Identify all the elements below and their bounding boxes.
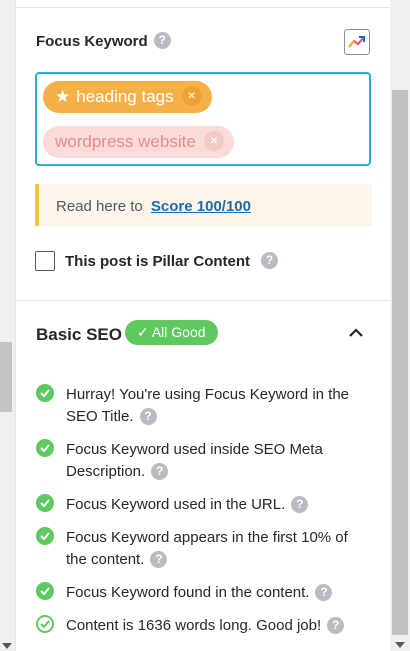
rank-math-sidebar-panel: Focus Keyword? ★ heading tags × wordpress … — [15, 0, 391, 651]
divider — [16, 7, 390, 8]
keyword-tag-label: wordpress website — [55, 132, 196, 151]
seo-check-text: Focus Keyword appears in the first 10% o… — [66, 529, 348, 568]
focus-keyword-label: Focus Keyword — [36, 33, 148, 50]
seo-check-text: Content is 1636 words long. Good job! — [66, 617, 322, 634]
notice-prefix: Read here to — [56, 198, 143, 215]
keyword-trends-button[interactable] — [344, 29, 370, 55]
star-icon: ★ — [55, 87, 71, 106]
keyword-tag-label: heading tags — [76, 87, 174, 106]
check-circle-icon — [36, 384, 54, 402]
keyword-tag-primary[interactable]: ★ heading tags × — [43, 81, 212, 113]
help-icon[interactable]: ? — [151, 462, 169, 480]
divider — [16, 300, 390, 301]
focus-keyword-heading: Focus Keyword? — [36, 32, 171, 50]
score-link[interactable]: Score 100/100 — [151, 198, 251, 215]
help-icon[interactable]: ? — [153, 32, 171, 50]
all-good-badge: ✓ All Good — [125, 320, 218, 345]
check-circle-icon — [36, 494, 54, 512]
seo-check-text: Focus Keyword used in the URL. — [66, 496, 286, 513]
basic-seo-heading[interactable]: Basic SEO — [36, 325, 122, 345]
notice-text: Read here to Score 100/100 — [56, 198, 251, 215]
remove-tag-icon[interactable]: × — [203, 131, 224, 152]
help-icon[interactable]: ? — [150, 550, 168, 568]
seo-check-text: Focus Keyword found in the content. — [66, 584, 310, 601]
right-scrollbar[interactable] — [390, 0, 410, 651]
pillar-content-checkbox[interactable] — [35, 251, 55, 271]
seo-check-text: Hurray! You're using Focus Keyword in th… — [66, 386, 350, 425]
help-icon[interactable]: ? — [139, 407, 157, 425]
help-icon[interactable]: ? — [261, 252, 278, 269]
remove-tag-icon[interactable]: × — [181, 86, 202, 107]
left-scrollbar-thumb[interactable] — [0, 342, 12, 412]
check-circle-icon — [36, 527, 54, 545]
check-circle-icon — [36, 582, 54, 600]
help-icon[interactable]: ? — [291, 495, 309, 513]
check-circle-icon — [36, 439, 54, 457]
focus-keyword-input[interactable]: ★ heading tags × wordpress website × — [35, 72, 371, 166]
right-scrollbar-thumb[interactable] — [392, 90, 408, 635]
trending-chart-icon — [348, 36, 365, 48]
scroll-down-arrow-icon[interactable] — [395, 642, 405, 648]
seo-check-text: Focus Keyword used inside SEO Meta Descr… — [66, 441, 323, 480]
score-notice: Read here to Score 100/100 — [35, 184, 372, 226]
chevron-up-icon[interactable] — [348, 326, 364, 344]
check-circle-outline-icon — [36, 615, 54, 633]
left-panel-scrollbar[interactable] — [0, 0, 15, 651]
pillar-content-label[interactable]: This post is Pillar Content — [65, 253, 250, 270]
keyword-tag-secondary[interactable]: wordpress website × — [43, 126, 234, 158]
help-icon[interactable]: ? — [327, 616, 345, 634]
scroll-down-arrow-icon[interactable] — [2, 643, 12, 649]
help-icon[interactable]: ? — [315, 583, 333, 601]
